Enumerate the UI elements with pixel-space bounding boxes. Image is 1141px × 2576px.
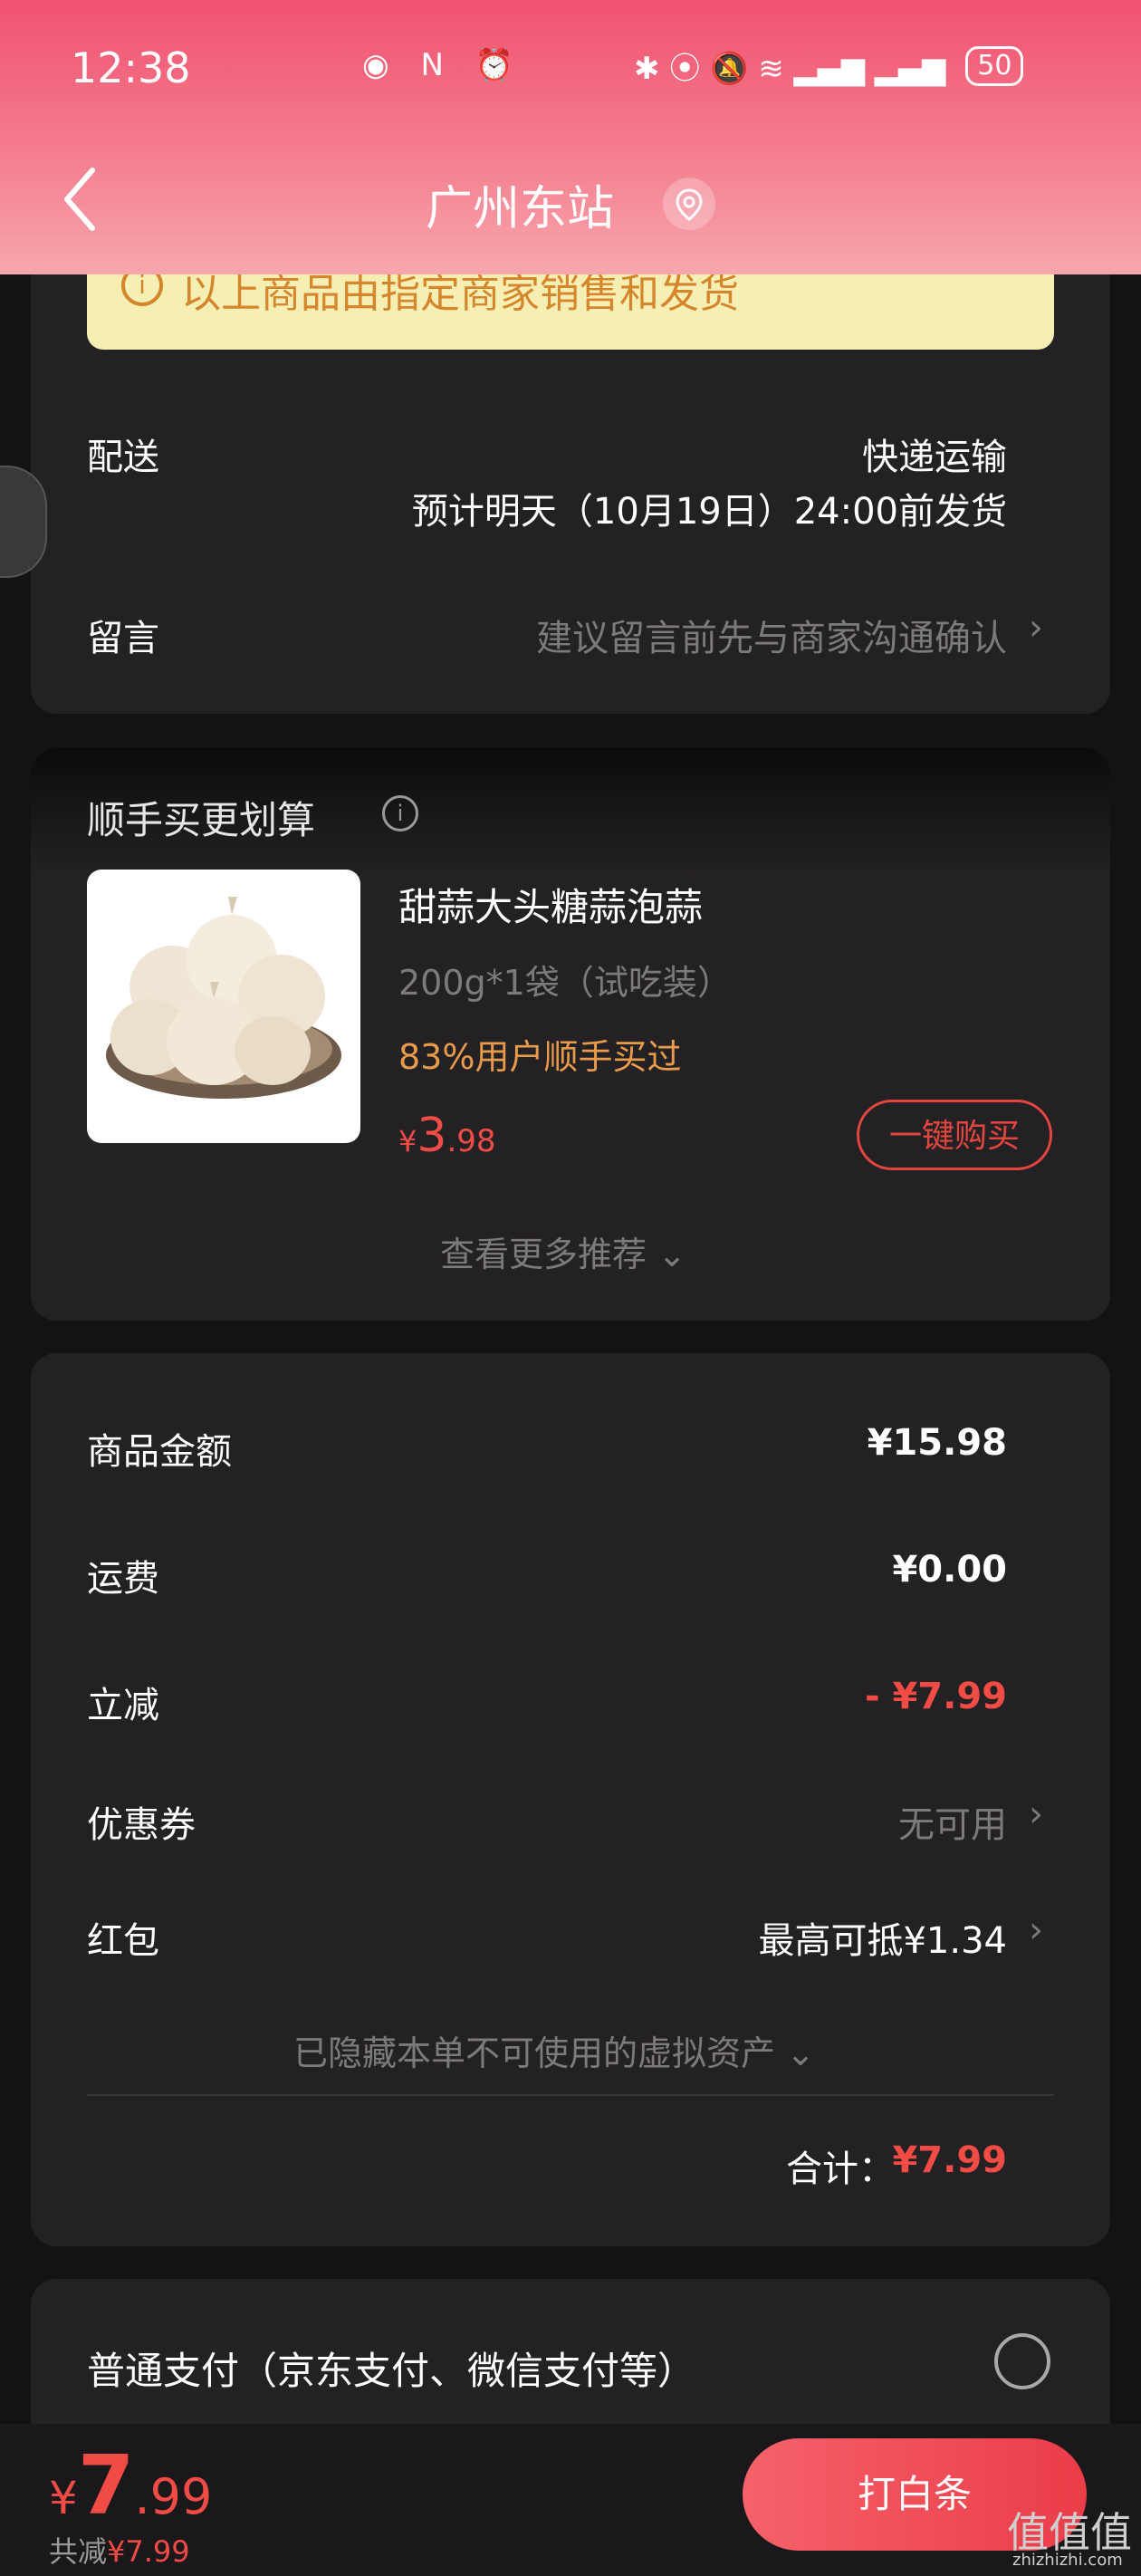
battery-icon: 50 (965, 45, 1024, 86)
payment-option-label[interactable]: 普通支付（京东支付、微信支付等） (87, 2341, 695, 2396)
status-icons-right: ✱ ⦿ 🔕 ≋ ▂▄▆ ▂▄▆ 50 (634, 43, 1024, 88)
summary-value-discount: - ¥7.99 (864, 1676, 1007, 1717)
more-recommendations-link[interactable]: 查看更多推荐 ⌄ (440, 1226, 686, 1276)
status-icons-left: ◉ N ⏰ (362, 47, 525, 83)
delivery-label: 配送 (87, 437, 159, 478)
chevron-right-icon: › (1029, 1793, 1043, 1835)
addon-buy-rate: 83%用户顺手买过 (398, 1037, 682, 1077)
total-label: 合计： (786, 2148, 895, 2190)
summary-value-goods: ¥15.98 (867, 1422, 1007, 1464)
page-title: 广州东站 (426, 182, 615, 236)
delivery-method: 快递运输 (862, 437, 1007, 478)
summary-label-discount: 立减 (87, 1685, 159, 1726)
message-label: 留言 (87, 618, 159, 659)
status-bar: 12:38 ◉ N ⏰ ✱ ⦿ 🔕 ≋ ▂▄▆ ▂▄▆ 50 (0, 0, 1141, 136)
addon-section-title: 顺手买更划算 (87, 798, 316, 842)
header: 12:38 ◉ N ⏰ ✱ ⦿ 🔕 ≋ ▂▄▆ ▂▄▆ 50 广州东站 (0, 0, 1141, 274)
network-icons: ✱ ⦿ 🔕 ≋ ▂▄▆ ▂▄▆ (634, 51, 946, 87)
summary-label-goods: 商品金额 (87, 1431, 232, 1473)
product-image[interactable] (87, 870, 360, 1143)
coupon-selector[interactable]: 无可用 (898, 1795, 1007, 1848)
bottom-total-price: ¥7.99 (49, 2438, 213, 2533)
summary-label-coupon: 优惠券 (87, 1804, 196, 1846)
delivery-eta: 预计明天（10月19日）24:00前发货 (411, 491, 1007, 533)
payment-radio[interactable] (994, 2333, 1050, 2389)
bottom-saved: 共减¥7.99 (49, 2534, 190, 2569)
status-time: 12:38 (71, 43, 191, 92)
chevron-right-icon: › (1029, 1909, 1043, 1951)
divider (87, 2094, 1054, 2096)
addon-product-spec: 200g*1袋（试吃装） (398, 963, 732, 1003)
addon-price: ¥3.98 (398, 1109, 496, 1163)
one-click-buy-button[interactable]: 一键购买 (857, 1100, 1052, 1170)
location-icon[interactable] (663, 178, 715, 230)
watermark-url: zhizhizhi.com (1012, 2551, 1123, 2570)
info-circle-icon[interactable]: i (382, 795, 418, 831)
addon-product-name[interactable]: 甜蒜大头糖蒜泡蒜 (398, 877, 703, 932)
summary-value-shipping: ¥0.00 (892, 1549, 1007, 1591)
total-value: ¥7.99 (892, 2139, 1007, 2181)
back-arrow-icon[interactable] (58, 163, 103, 235)
redpacket-selector[interactable]: 最高可抵¥1.34 (758, 1911, 1007, 1964)
message-input[interactable]: 建议留言前先与商家沟通确认 (536, 609, 1007, 661)
hidden-assets-toggle[interactable]: 已隐藏本单不可使用的虚拟资产 ⌄ (293, 2025, 815, 2075)
summary-label-redpacket: 红包 (87, 1920, 159, 1962)
chevron-right-icon: › (1029, 607, 1043, 649)
summary-label-shipping: 运费 (87, 1558, 159, 1600)
